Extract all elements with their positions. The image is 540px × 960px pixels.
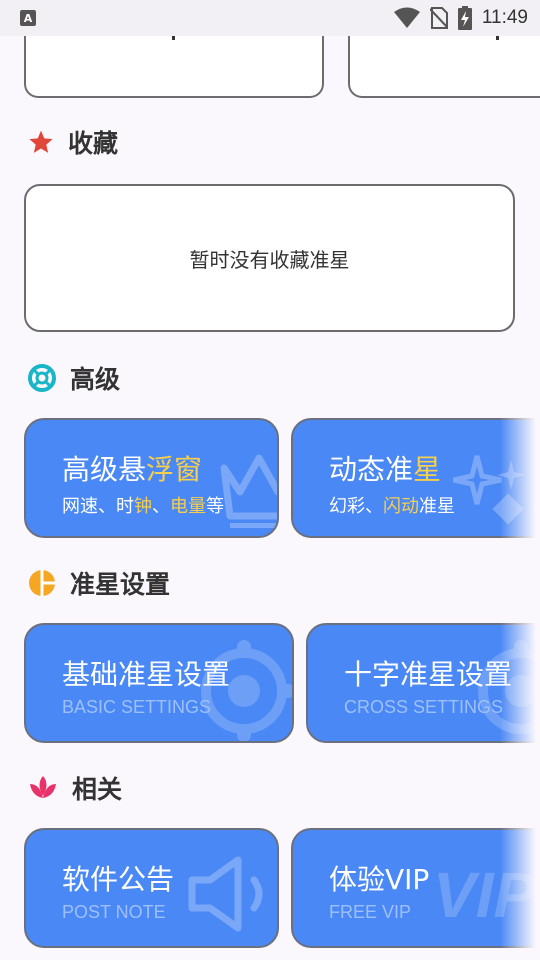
favorites-header: 收藏	[28, 124, 118, 160]
top-card-left[interactable]	[24, 36, 324, 98]
status-bar: A 11:49	[0, 0, 540, 36]
lotus-icon	[30, 776, 56, 798]
related-header: 相关	[28, 770, 122, 806]
scroll-fade	[500, 618, 540, 748]
tile-subtitle: CROSS SETTINGS	[344, 697, 504, 717]
basic-settings-tile[interactable]: 基础准星设置 BASIC SETTINGS	[24, 623, 294, 743]
tile-title: 基础准星设置	[62, 658, 231, 691]
scroll-fade	[500, 823, 540, 953]
favorites-title: 收藏	[68, 129, 119, 158]
tile-title: 十字准星设置	[344, 658, 513, 691]
lifebuoy-icon	[28, 364, 56, 392]
wifi-icon	[393, 7, 420, 28]
favorites-empty-text: 暂时没有收藏准星	[189, 247, 350, 272]
tile-subtitle: 幻彩、闪动准星	[329, 496, 455, 517]
star-icon	[29, 130, 53, 153]
crosshair-settings-header: 准星设置	[28, 565, 170, 601]
advanced-floating-window-tile[interactable]: 高级悬浮窗 网速、时钟、电量等	[24, 418, 279, 538]
tile-title: 软件公告	[62, 863, 175, 896]
status-time: 11:49	[481, 7, 528, 28]
tile-subtitle: BASIC SETTINGS	[62, 697, 212, 717]
top-card-right[interactable]	[348, 36, 540, 98]
tile-title: 动态准星	[329, 453, 442, 486]
tile-subtitle: 网速、时钟、电量等	[62, 496, 224, 517]
scroll-fade	[500, 413, 540, 543]
advanced-title: 高级	[70, 365, 121, 394]
tile-subtitle: FREE VIP	[329, 902, 412, 922]
crosshair-settings-title: 准星设置	[70, 570, 171, 599]
tile-subtitle: POST NOTE	[62, 902, 166, 922]
notification-app-icon: A	[20, 10, 36, 26]
related-title: 相关	[72, 775, 123, 804]
battery-charging-icon	[457, 6, 472, 30]
announcement-tile[interactable]: 软件公告 POST NOTE	[24, 828, 279, 948]
advanced-header: 高级	[28, 360, 120, 396]
favorites-empty-card: 暂时没有收藏准星	[24, 184, 515, 332]
tile-title: 高级悬浮窗	[62, 453, 203, 486]
tile-title: 体验VIP	[329, 863, 430, 896]
speaker-icon	[188, 856, 263, 932]
no-sim-icon	[429, 7, 448, 29]
crown-icon	[220, 454, 277, 528]
pie-icon	[29, 570, 55, 596]
